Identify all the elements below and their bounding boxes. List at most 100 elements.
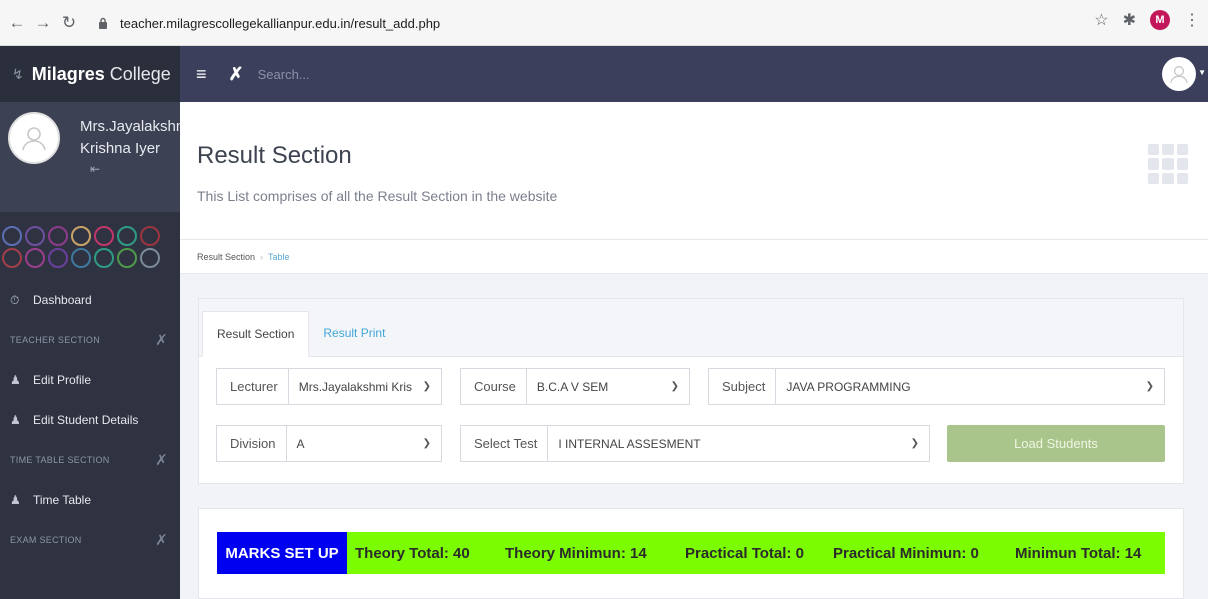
lecturer-select[interactable]: Lecturer Mrs.Jayalakshmi Kris ❯ (216, 368, 442, 405)
sidebar-item-edit-profile[interactable]: ♟ Edit Profile (0, 360, 180, 400)
swatch-row (2, 226, 180, 246)
user-name-line2: Krishna Iyer (80, 140, 161, 157)
tools-icon: ✗ (155, 532, 168, 549)
section-teacher: TEACHER SECTION ✗ (0, 320, 180, 360)
logout-icon[interactable]: ⇤ (90, 162, 100, 176)
theme-swatch[interactable] (117, 226, 137, 246)
test-value: I INTERNAL ASSESMENT (558, 436, 701, 451)
subject-label: Subject (709, 369, 777, 404)
browser-actions: ☆ ✱ M ⋮ (1094, 10, 1200, 30)
division-label: Division (217, 426, 287, 461)
lock-icon (96, 16, 110, 30)
course-label: Course (461, 369, 527, 404)
section-label: TIME TABLE SECTION (10, 455, 110, 465)
section-label: TEACHER SECTION (10, 335, 101, 345)
sidebar-item-dashboard[interactable]: ⏱ Dashboard (0, 280, 180, 320)
section-exam: EXAM SECTION ✗ (0, 520, 180, 560)
theory-minimum: Theory Minimun: 14 (505, 544, 647, 562)
browser-profile-avatar[interactable]: M (1150, 10, 1170, 30)
theme-swatch[interactable] (71, 226, 91, 246)
hamburger-menu-icon[interactable]: ≡ (196, 64, 207, 85)
brand-name-light: College (109, 63, 171, 84)
division-value: A (296, 436, 305, 451)
theme-swatch[interactable] (117, 248, 137, 268)
tab-bar: Result Section Result Print (199, 299, 1183, 357)
theme-swatch[interactable] (48, 248, 68, 268)
breadcrumb-separator-icon: › (260, 251, 264, 262)
tools-icon[interactable]: ✗ (229, 64, 244, 85)
theory-total: Theory Total: 40 (355, 544, 470, 562)
result-form-card: Result Section Result Print Lecturer Mrs… (198, 298, 1184, 484)
sidebar-item-label: Edit Student Details (33, 413, 139, 427)
grid-icon (1148, 144, 1188, 184)
page-title: Result Section (197, 142, 352, 169)
breadcrumb-current[interactable]: Table (268, 252, 290, 262)
theme-swatch[interactable] (48, 226, 68, 246)
course-value: B.C.A V SEM (536, 379, 609, 394)
back-arrow-icon[interactable]: ← (6, 12, 28, 34)
sidebar-item-edit-student-details[interactable]: ♟ Edit Student Details (0, 400, 180, 440)
breadcrumb-root[interactable]: Result Section (197, 252, 255, 262)
course-select[interactable]: Course B.C.A V SEM ❯ (460, 368, 690, 405)
course-value-wrap: B.C.A V SEM ❯ (527, 369, 689, 404)
user-name-line1: Mrs.Jayalakshmi (80, 118, 180, 135)
theme-swatch[interactable] (94, 248, 114, 268)
subject-value-wrap: JAVA PROGRAMMING ❯ (776, 369, 1164, 404)
sidebar-menu: ⏱ Dashboard TEACHER SECTION ✗ ♟ Edit Pro… (0, 280, 180, 560)
extension-puzzle-icon[interactable]: ✱ (1123, 10, 1136, 30)
subject-select[interactable]: Subject JAVA PROGRAMMING ❯ (708, 368, 1165, 405)
chevron-down-icon: ❯ (422, 381, 431, 392)
tab-result-section[interactable]: Result Section (202, 311, 310, 357)
section-label: EXAM SECTION (10, 535, 82, 545)
sidebar-item-label: Edit Profile (33, 373, 92, 387)
kebab-menu-icon[interactable]: ⋮ (1184, 10, 1200, 30)
test-value-wrap: I INTERNAL ASSESMENT ❯ (548, 426, 929, 461)
brand[interactable]: ↯ Milagres College (0, 46, 180, 102)
theme-swatch[interactable] (2, 248, 22, 268)
test-select[interactable]: Select Test I INTERNAL ASSESMENT ❯ (460, 425, 930, 462)
theme-swatches (0, 212, 180, 272)
reload-icon[interactable]: ↻ (58, 12, 80, 34)
chevron-down-icon: ❯ (422, 438, 431, 449)
tools-icon: ✗ (155, 452, 168, 469)
tab-result-print[interactable]: Result Print (309, 310, 399, 356)
theme-swatch[interactable] (2, 226, 22, 246)
user-icon: ♟ (10, 373, 21, 387)
bolt-icon: ↯ (12, 65, 24, 82)
chevron-down-icon[interactable]: ▼ (1198, 68, 1206, 77)
division-select[interactable]: Division A ❯ (216, 425, 442, 462)
theme-swatch[interactable] (94, 226, 114, 246)
chevron-down-icon: ❯ (670, 381, 679, 392)
page-subtitle: This List comprises of all the Result Se… (197, 188, 558, 204)
section-time-table: TIME TABLE SECTION ✗ (0, 440, 180, 480)
swatch-row (2, 248, 180, 268)
division-value-wrap: A ❯ (287, 426, 441, 461)
forward-arrow-icon[interactable]: → (32, 12, 54, 34)
sidebar: ↯ Milagres College Mrs.Jayalakshmi Krish… (0, 46, 180, 599)
subject-value: JAVA PROGRAMMING (786, 379, 911, 394)
theme-swatch[interactable] (140, 226, 160, 246)
theme-swatch[interactable] (71, 248, 91, 268)
theme-swatch[interactable] (25, 248, 45, 268)
test-label: Select Test (461, 426, 549, 461)
sidebar-item-time-table[interactable]: ♟ Time Table (0, 480, 180, 520)
practical-total: Practical Total: 0 (685, 544, 804, 562)
breadcrumb: Result Section › Table (180, 240, 1208, 274)
theme-swatch[interactable] (140, 248, 160, 268)
lecturer-value: Mrs.Jayalakshmi Kris (298, 379, 413, 394)
sidebar-item-label: Time Table (33, 493, 92, 507)
load-students-button[interactable]: Load Students (947, 425, 1165, 462)
address-bar[interactable]: teacher.milagrescollegekallianpur.edu.in… (96, 9, 1156, 37)
tools-icon: ✗ (155, 332, 168, 349)
user-avatar-icon (8, 112, 60, 164)
lecturer-value-wrap: Mrs.Jayalakshmi Kris ❯ (289, 369, 441, 404)
theme-swatch[interactable] (25, 226, 45, 246)
marks-setup-title: MARKS SET UP (217, 532, 347, 574)
url-text: teacher.milagrescollegekallianpur.edu.in… (120, 15, 441, 31)
topbar-avatar-icon[interactable] (1162, 57, 1196, 91)
chevron-down-icon: ❯ (910, 438, 919, 449)
search-input[interactable] (257, 66, 458, 82)
sidebar-item-label: Dashboard (33, 293, 92, 307)
page-header: Result Section This List comprises of al… (180, 102, 1208, 240)
star-icon[interactable]: ☆ (1094, 10, 1108, 30)
